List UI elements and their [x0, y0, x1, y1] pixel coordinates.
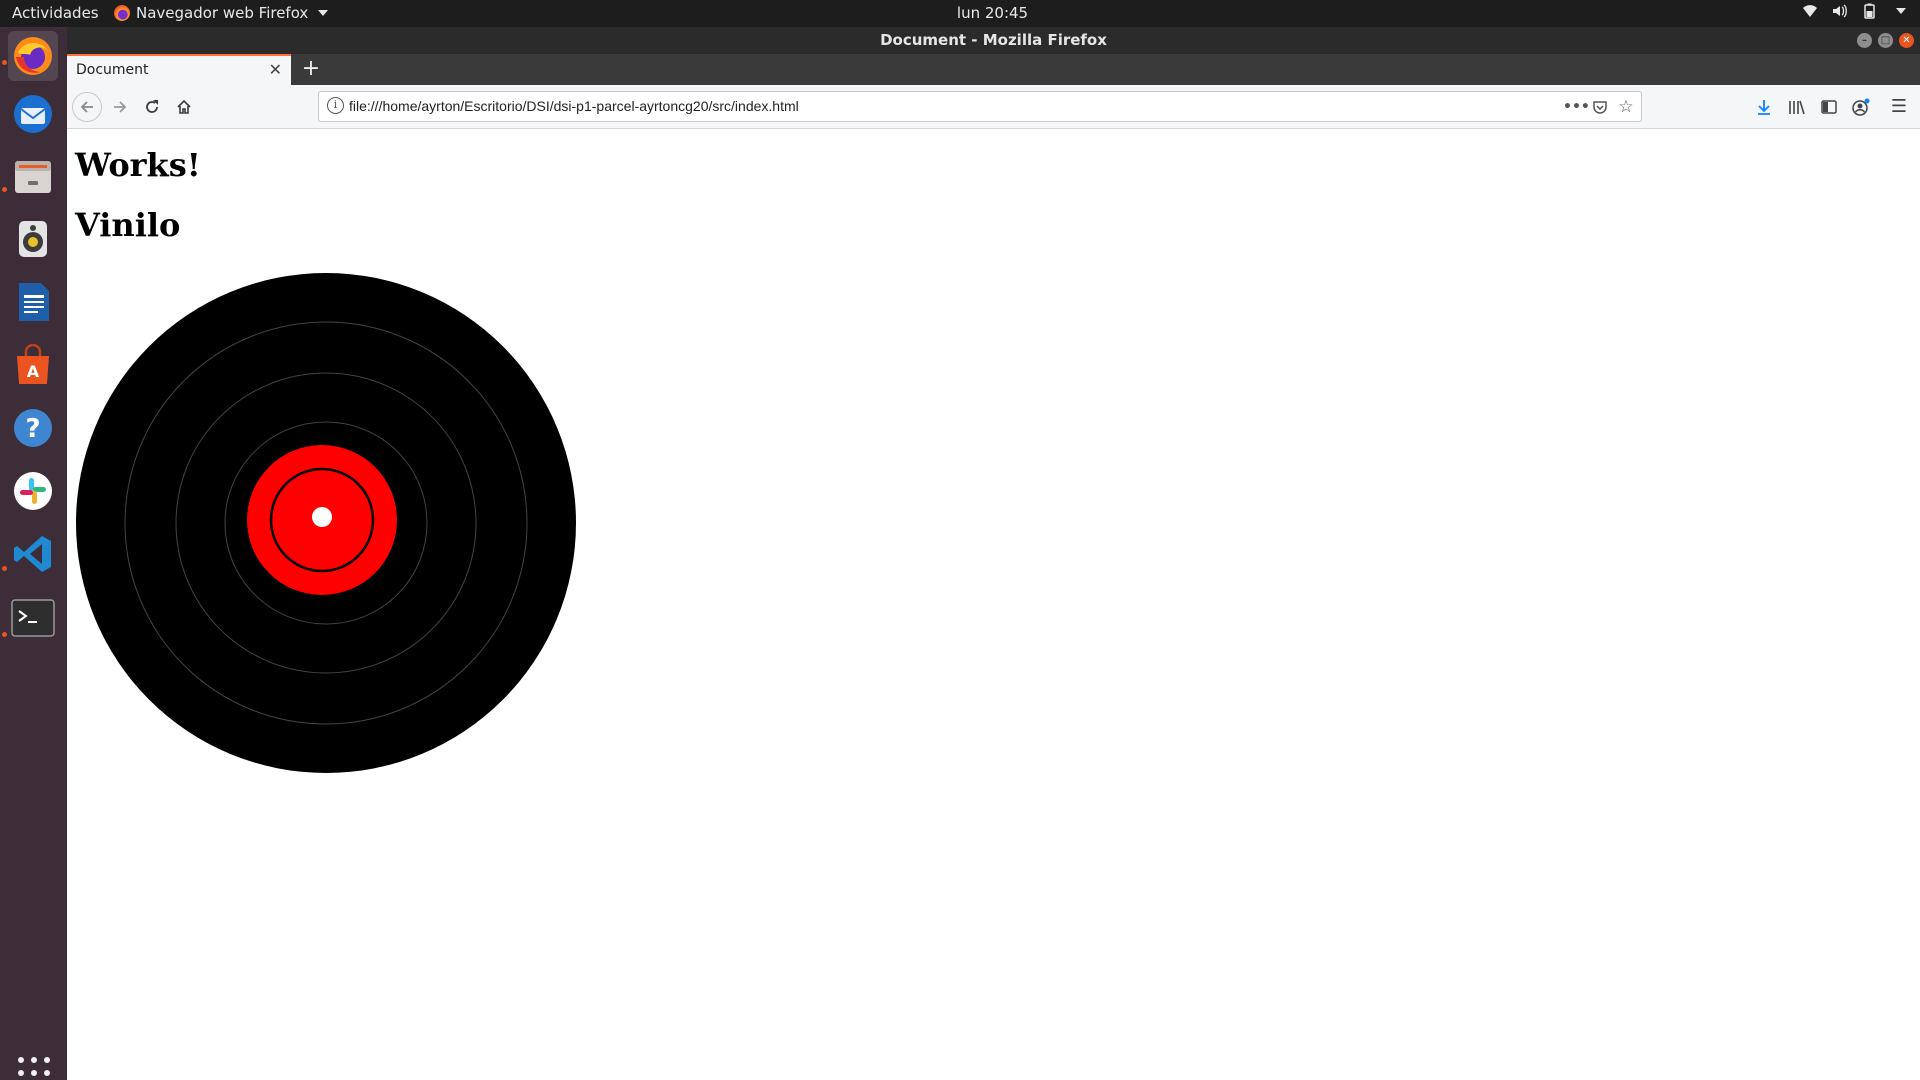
wifi-icon [1803, 5, 1817, 17]
dock-writer[interactable] [8, 277, 58, 327]
dock-thunderbird[interactable] [8, 89, 58, 139]
download-icon [1758, 100, 1770, 115]
sidebar-icon [1821, 100, 1837, 114]
library-icon [1789, 100, 1805, 115]
pocket-icon[interactable] [1589, 96, 1611, 118]
reload-icon [146, 100, 158, 113]
forward-button[interactable] [105, 92, 135, 122]
tab-title: Document [76, 62, 149, 78]
dock-rhythmbox[interactable] [8, 214, 58, 264]
slack-icon [14, 472, 52, 510]
dock-terminal[interactable] [8, 593, 58, 643]
sidebar-button[interactable] [1817, 95, 1841, 119]
reload-button[interactable] [137, 92, 167, 122]
hamburger-menu-icon[interactable]: ☰ [1887, 95, 1911, 119]
url-text[interactable]: file:///home/ayrton/Escritorio/DSI/dsi-p… [349, 98, 799, 114]
library-button[interactable] [1785, 95, 1809, 119]
dock-firefox[interactable] [8, 31, 58, 81]
rhythmbox-icon [19, 221, 47, 257]
page-content: Works! Vinilo [67, 130, 1920, 1080]
dock-files[interactable] [8, 151, 58, 201]
dock-vscode[interactable] [8, 529, 58, 579]
dock: A ? [0, 27, 67, 1080]
vinyl-center-hole [312, 507, 332, 527]
url-bar[interactable]: i file:///home/ayrton/Escritorio/DSI/dsi… [318, 91, 1642, 122]
window-title: Document - Mozilla Firefox [880, 31, 1107, 49]
window-controls: – □ ✕ [1857, 33, 1914, 48]
firefox-icon [14, 37, 52, 75]
bookmark-star-icon[interactable]: ☆ [1615, 96, 1637, 118]
info-icon[interactable]: i [327, 97, 344, 114]
running-indicator [2, 187, 7, 192]
back-button[interactable] [72, 92, 102, 122]
running-indicator [2, 60, 7, 65]
navigation-toolbar: i file:///home/ayrton/Escritorio/DSI/dsi… [67, 85, 1920, 129]
svg-text:A: A [27, 362, 40, 381]
heading-vinilo: Vinilo [75, 206, 181, 244]
dock-slack[interactable] [8, 466, 58, 516]
battery-icon [1864, 3, 1875, 19]
files-icon [15, 161, 51, 193]
dock-help[interactable]: ? [8, 403, 58, 453]
tab-document[interactable]: Document ✕ [67, 54, 291, 85]
clock[interactable]: lun 20:45 [0, 4, 1920, 22]
vscode-icon [14, 536, 51, 572]
thunderbird-icon [14, 95, 52, 133]
vinyl-record [76, 273, 576, 773]
minimize-icon[interactable]: – [1857, 33, 1872, 48]
home-icon [177, 99, 191, 114]
software-icon: A [17, 344, 49, 384]
maximize-icon[interactable]: □ [1878, 33, 1893, 48]
firefox-window: Document - Mozilla Firefox – □ ✕ Documen… [67, 27, 1920, 1080]
volume-icon [1833, 4, 1847, 18]
terminal-icon [11, 599, 55, 637]
account-icon [1852, 98, 1870, 116]
arrow-left-icon [80, 101, 93, 113]
heading-works: Works! [75, 146, 201, 184]
page-actions-icon[interactable]: ••• [1563, 96, 1590, 118]
arrow-right-icon [114, 101, 127, 113]
dock-software[interactable]: A [8, 340, 58, 390]
writer-icon [19, 283, 49, 321]
show-applications-icon[interactable] [18, 1057, 50, 1080]
account-button[interactable] [1849, 95, 1873, 119]
new-tab-button[interactable]: + [298, 56, 324, 82]
top-bar: Actividades Navegador web Firefox lun 20… [0, 0, 1920, 27]
downloads-button[interactable] [1752, 95, 1776, 119]
svg-text:?: ? [25, 414, 40, 444]
system-tray[interactable] [1802, 3, 1906, 19]
help-icon: ? [14, 409, 52, 447]
window-titlebar[interactable]: Document - Mozilla Firefox – □ ✕ [67, 27, 1920, 54]
running-indicator [2, 632, 7, 637]
running-indicator [2, 566, 7, 571]
tab-strip: Document ✕ + [67, 54, 1920, 85]
tab-close-icon[interactable]: ✕ [269, 60, 282, 79]
system-menu-chevron-icon [1896, 8, 1906, 14]
home-button[interactable] [169, 92, 199, 122]
close-icon[interactable]: ✕ [1899, 33, 1914, 48]
